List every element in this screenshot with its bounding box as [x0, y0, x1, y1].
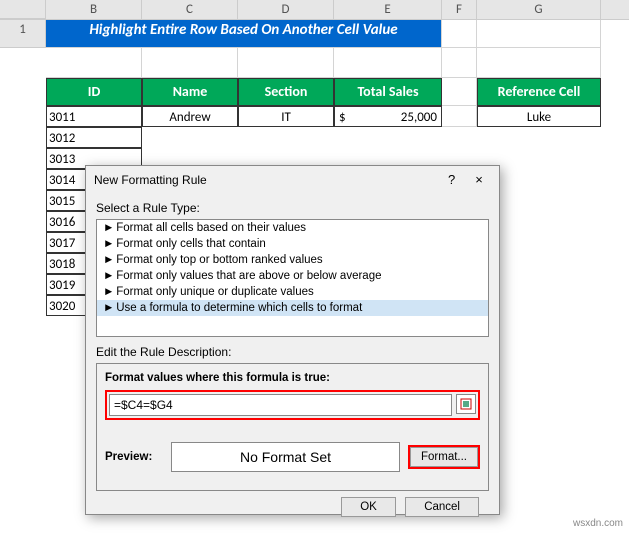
col-header-C[interactable]: C — [142, 0, 238, 19]
formula-highlight: =$C4=$G4 — [105, 390, 480, 420]
header-total[interactable]: Total Sales — [334, 78, 442, 106]
select-all-corner[interactable] — [0, 0, 46, 19]
rule-option-0[interactable]: ► Format all cells based on their values — [97, 220, 488, 236]
dialog-titlebar: New Formatting Rule ? × — [86, 166, 499, 193]
rule-option-3[interactable]: ► Format only values that are above or b… — [97, 268, 488, 284]
preview-box: No Format Set — [171, 442, 400, 472]
rule-option-2[interactable]: ► Format only top or bottom ranked value… — [97, 252, 488, 268]
rule-option-5[interactable]: ► Use a formula to determine which cells… — [97, 300, 488, 316]
formula-label: Format values where this formula is true… — [105, 372, 480, 384]
header-reference[interactable]: Reference Cell — [477, 78, 601, 106]
cell-G1[interactable] — [477, 20, 601, 48]
rule-option-1[interactable]: ► Format only cells that contain — [97, 236, 488, 252]
cell-total-0[interactable]: $25,000 — [334, 106, 442, 127]
arrow-icon: ► — [103, 286, 113, 298]
format-button[interactable]: Format... — [410, 447, 478, 467]
select-rule-label: Select a Rule Type: — [96, 201, 489, 215]
cell-name-0[interactable]: Andrew — [142, 106, 238, 127]
rule-type-list[interactable]: ► Format all cells based on their values… — [96, 219, 489, 337]
arrow-icon: ► — [103, 254, 113, 266]
page-title: Highlight Entire Row Based On Another Ce… — [46, 20, 442, 48]
cell-id-1[interactable]: 3012 — [46, 127, 142, 148]
title-row: Highlight Entire Row Based On Another Ce… — [46, 20, 442, 48]
header-section[interactable]: Section — [238, 78, 334, 106]
cell-F3[interactable] — [442, 78, 477, 106]
cell-E2[interactable] — [334, 48, 442, 78]
arrow-icon: ► — [103, 222, 113, 234]
arrow-icon: ► — [103, 302, 113, 314]
format-highlight: Format... — [408, 445, 480, 469]
col-header-D[interactable]: D — [238, 0, 334, 19]
reference-value[interactable]: Luke — [477, 106, 601, 127]
cell-D2[interactable] — [238, 48, 334, 78]
col-header-G[interactable]: G — [477, 0, 601, 19]
arrow-icon: ► — [103, 238, 113, 250]
cell-id-0[interactable]: 3011 — [46, 106, 142, 127]
col-header-E[interactable]: E — [334, 0, 442, 19]
edit-rule-label: Edit the Rule Description: — [96, 345, 489, 359]
header-name[interactable]: Name — [142, 78, 238, 106]
close-icon[interactable]: × — [467, 172, 491, 187]
cell-B2[interactable] — [46, 48, 142, 78]
rule-description-box: Format values where this formula is true… — [96, 363, 489, 491]
dialog-title: New Formatting Rule — [94, 173, 207, 187]
cell-F4[interactable] — [442, 106, 477, 127]
ok-button[interactable]: OK — [341, 497, 396, 517]
formula-input[interactable]: =$C4=$G4 — [109, 394, 452, 416]
cancel-button[interactable]: Cancel — [405, 497, 479, 517]
column-headers: B C D E F G — [0, 0, 629, 20]
cell-C2[interactable] — [142, 48, 238, 78]
range-selector-icon[interactable] — [456, 394, 476, 414]
cell-G2[interactable] — [477, 48, 601, 78]
row-header-1[interactable]: 1 — [0, 20, 46, 48]
arrow-icon: ► — [103, 270, 113, 282]
col-header-F[interactable]: F — [442, 0, 477, 19]
preview-label: Preview: — [105, 451, 163, 463]
help-button[interactable]: ? — [440, 172, 464, 187]
cell-F1[interactable] — [442, 20, 477, 48]
cell-F2[interactable] — [442, 48, 477, 78]
watermark: wsxdn.com — [573, 518, 623, 529]
header-id[interactable]: ID — [46, 78, 142, 106]
cell-section-0[interactable]: IT — [238, 106, 334, 127]
col-header-B[interactable]: B — [46, 0, 142, 19]
new-formatting-rule-dialog: New Formatting Rule ? × Select a Rule Ty… — [85, 165, 500, 515]
rule-option-4[interactable]: ► Format only unique or duplicate values — [97, 284, 488, 300]
